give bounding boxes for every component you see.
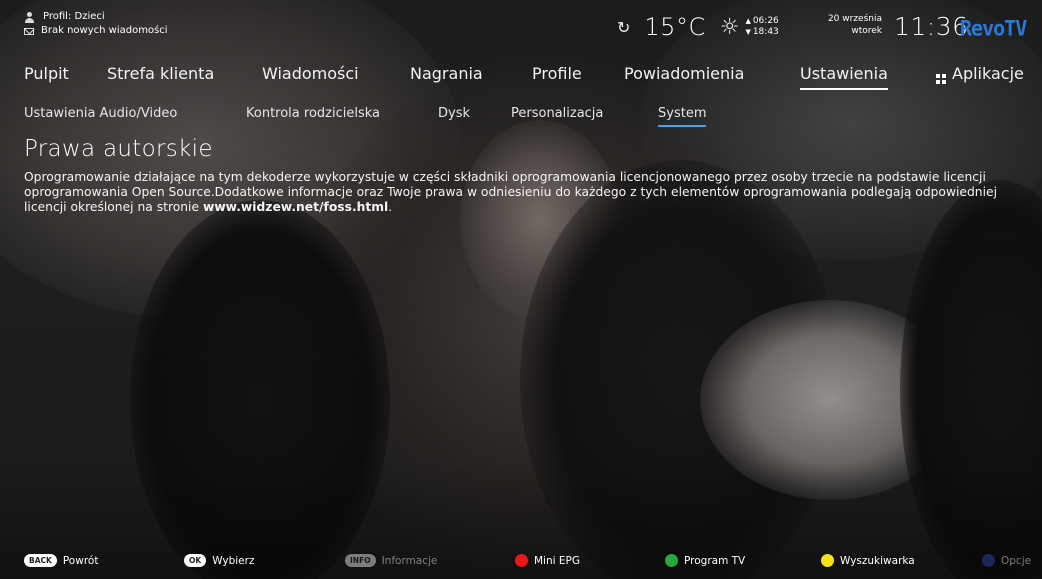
profile-info: Profil: Dzieci Brak nowych wiadomości: [24, 10, 168, 38]
sunset-time: 18:43: [745, 27, 779, 38]
tab-disk[interactable]: Dysk: [438, 106, 470, 121]
tab-parental-control[interactable]: Kontrola rodzicielska: [246, 106, 380, 121]
nav-item-ustawienia[interactable]: Ustawienia: [800, 64, 888, 90]
legend-back[interactable]: BACK Powrót: [24, 554, 98, 567]
red-label: Mini EPG: [534, 554, 580, 567]
date-weekday: wtorek: [851, 26, 882, 36]
date-day-month: 20 września: [827, 14, 882, 24]
sunrise-time: 06:26: [745, 16, 779, 27]
copyright-text: Oprogramowanie działające na tym dekoder…: [24, 170, 1024, 215]
blue-label: Opcje: [1001, 554, 1032, 567]
status-bar: Profil: Dzieci Brak nowych wiadomości ↻ …: [0, 0, 1042, 52]
revotv-logo: RevoTV: [960, 15, 1027, 41]
nav-item-pulpit[interactable]: Pulpit: [24, 64, 69, 83]
green-button-icon: [665, 554, 678, 567]
ok-key-icon: OK: [184, 554, 207, 567]
legend-blue[interactable]: Opcje: [982, 554, 1031, 567]
refresh-icon: ↻: [617, 17, 631, 37]
copyright-end: .: [388, 200, 393, 214]
apps-grid-icon: [936, 74, 946, 84]
nav-item-nagrania[interactable]: Nagrania: [410, 64, 483, 83]
nav-item-profile[interactable]: Profile: [532, 64, 582, 83]
clock: 11:36: [894, 12, 969, 41]
tab-audio-video[interactable]: Ustawienia Audio/Video: [24, 106, 177, 121]
legend-green[interactable]: Program TV: [665, 554, 745, 567]
mail-icon: [24, 28, 34, 35]
sun-icon: ☼: [719, 14, 740, 40]
tab-personalization[interactable]: Personalizacja: [511, 106, 603, 121]
user-icon: [24, 11, 36, 23]
weather-widget: ↻ 15°C ☼ 06:26 18:43: [617, 8, 779, 46]
nav-item-powiadomienia[interactable]: Powiadomienia: [624, 64, 744, 83]
info-key-icon: INFO: [345, 554, 376, 567]
nav-item-aplikacje[interactable]: Aplikacje: [936, 64, 1024, 84]
yellow-button-icon: [821, 554, 834, 567]
back-key-icon: BACK: [24, 554, 57, 567]
page-title: Prawa autorskie: [24, 136, 213, 162]
legend-ok[interactable]: OK Wybierz: [184, 554, 254, 567]
green-label: Program TV: [684, 554, 746, 567]
profile-name: Profil: Dzieci: [43, 11, 105, 22]
info-label: Informacje: [381, 554, 438, 567]
nav-item-aplikacje-label: Aplikacje: [952, 64, 1024, 83]
yellow-label: Wyszukiwarka: [840, 554, 915, 567]
nav-item-strefa-klienta[interactable]: Strefa klienta: [107, 64, 214, 83]
red-button-icon: [515, 554, 528, 567]
legend-yellow[interactable]: Wyszukiwarka: [821, 554, 915, 567]
tab-system[interactable]: System: [658, 106, 707, 127]
ok-label: Wybierz: [212, 554, 255, 567]
nav-item-wiadomosci[interactable]: Wiadomości: [262, 64, 359, 83]
temperature: 15°C: [644, 13, 706, 41]
date-display: 20 września wtorek: [820, 13, 882, 37]
legend-info[interactable]: INFO Informacje: [345, 554, 437, 567]
blue-button-icon: [982, 554, 995, 567]
remote-key-legend: BACK Powrót OK Wybierz INFO Informacje M…: [0, 548, 1042, 576]
main-nav: Pulpit Strefa klienta Wiadomości Nagrani…: [0, 64, 1042, 90]
copyright-body: Oprogramowanie działające na tym dekoder…: [24, 170, 997, 214]
sun-times: 06:26 18:43: [745, 16, 779, 38]
back-label: Powrót: [62, 554, 99, 567]
settings-subnav: Ustawienia Audio/Video Kontrola rodzicie…: [0, 106, 1042, 128]
foss-link: www.widzew.net/foss.html: [202, 200, 389, 214]
messages-status: Brak nowych wiadomości: [41, 25, 168, 36]
legend-red[interactable]: Mini EPG: [515, 554, 580, 567]
